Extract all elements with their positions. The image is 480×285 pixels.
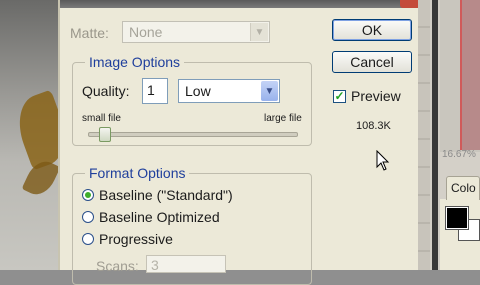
radio-progressive[interactable]: Progressive <box>82 231 173 247</box>
matte-select[interactable]: None ▼ <box>122 21 270 43</box>
radio-baseline-standard[interactable]: Baseline ("Standard") <box>82 187 233 203</box>
close-icon[interactable] <box>400 0 420 8</box>
radio-label: Progressive <box>99 231 173 247</box>
mouse-cursor-icon <box>376 150 390 171</box>
tab-color[interactable]: Colo <box>446 176 480 200</box>
preview-label: Preview <box>351 88 401 104</box>
radio-icon[interactable] <box>82 189 94 201</box>
file-size-readout: 108.3K <box>356 120 391 132</box>
foreground-color-swatch[interactable] <box>445 206 469 230</box>
preview-checkbox-row[interactable]: ✓ Preview <box>333 88 401 104</box>
preview-checkbox[interactable]: ✓ <box>333 89 346 103</box>
quality-slider-track[interactable] <box>88 132 298 137</box>
radio-icon[interactable] <box>82 233 94 245</box>
quality-slider-thumb[interactable] <box>99 127 112 142</box>
matte-label: Matte: <box>70 25 109 41</box>
quality-input[interactable]: 1 <box>142 78 168 104</box>
quality-label: Quality: <box>82 83 130 99</box>
small-file-label: small file <box>82 113 121 124</box>
matte-value: None <box>129 24 163 40</box>
zoom-level: 16.67% <box>442 149 476 160</box>
scans-select[interactable]: 3 <box>146 255 226 273</box>
chevron-down-icon[interactable]: ▼ <box>261 81 278 101</box>
radio-baseline-optimized[interactable]: Baseline Optimized <box>82 209 220 225</box>
panel-divider <box>432 0 438 270</box>
large-file-label: large file <box>264 113 302 124</box>
tool-strip <box>418 0 430 270</box>
format-options-title: Format Options <box>85 165 190 181</box>
scans-value: 3 <box>151 257 159 273</box>
dialog-titlebar[interactable] <box>60 0 420 8</box>
radio-label: Baseline ("Standard") <box>99 187 233 203</box>
quality-level-value: Low <box>185 83 211 99</box>
radio-label: Baseline Optimized <box>99 209 220 225</box>
radio-icon[interactable] <box>82 211 94 223</box>
jpeg-options-dialog: Matte: None ▼ Image Options Quality: 1 L… <box>58 0 420 285</box>
cancel-button[interactable]: Cancel <box>332 51 412 73</box>
photoshop-side-panel: 16.67% Colo <box>418 0 480 270</box>
navigator-view-box[interactable] <box>460 0 480 150</box>
chevron-down-icon[interactable]: ▼ <box>250 23 268 41</box>
ok-button[interactable]: OK <box>332 19 412 41</box>
image-options-title: Image Options <box>85 54 185 70</box>
scans-label: Scans: <box>96 258 139 274</box>
quality-level-select[interactable]: Low ▼ <box>178 79 280 103</box>
